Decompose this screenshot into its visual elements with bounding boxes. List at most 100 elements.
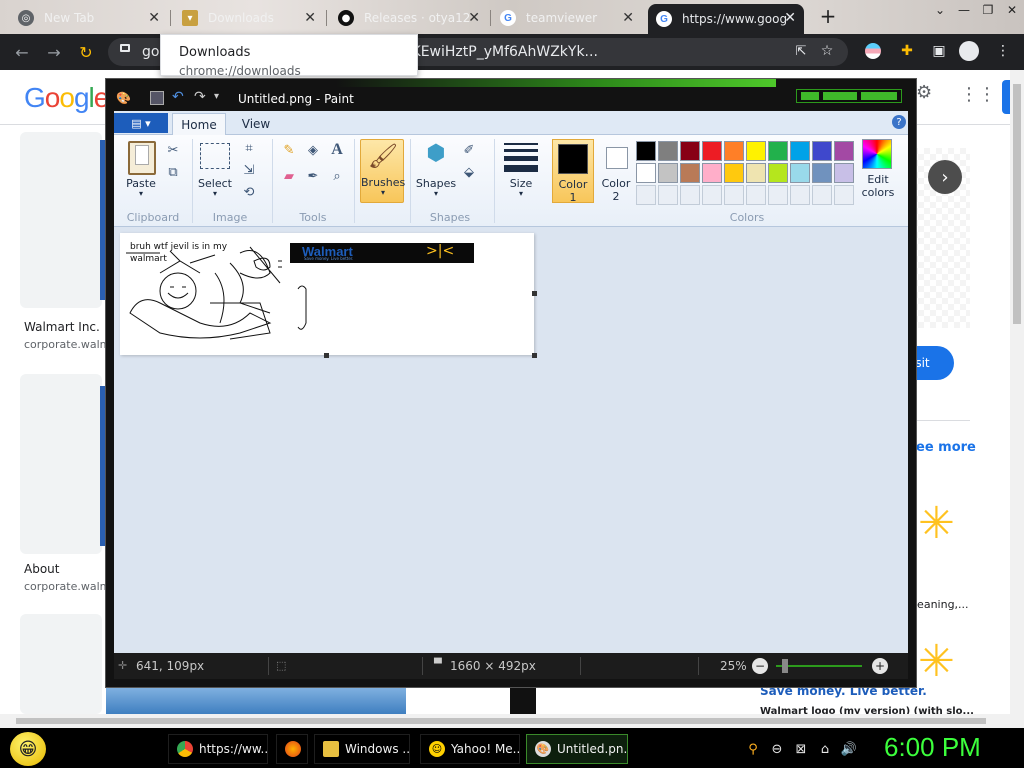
shape-fill-icon[interactable]: ⬙ [458,161,480,183]
palette-swatch[interactable] [658,141,678,161]
window-menu-icon[interactable]: ⌄ [928,0,952,20]
zoom-slider[interactable] [776,665,862,667]
taskbar-item-firefox[interactable] [276,734,308,764]
star-icon[interactable]: ☆ [816,40,838,62]
palette-empty-slot[interactable] [790,185,810,205]
palette-empty-slot[interactable] [834,185,854,205]
result-image[interactable] [106,688,406,714]
quick-access-dropdown-icon[interactable]: ▾ [214,91,219,102]
zoom-slider-thumb[interactable] [782,659,788,673]
avatar[interactable] [958,40,980,62]
horizontal-scrollbar[interactable] [0,714,1024,728]
tab-google-active[interactable]: G https://www.goog ✕ [648,4,804,34]
palette-swatch[interactable] [636,163,656,183]
tab-new-tab[interactable]: ◎ New Tab ✕ [10,4,168,32]
minimize-icon[interactable]: — [952,0,976,20]
edit-colors-button-line2[interactable]: colors [856,186,900,199]
reload-icon[interactable]: ↻ [74,40,98,64]
brushes-button[interactable]: 🖌 Brushes ▾ [360,139,405,203]
outline-icon[interactable]: ✐ [458,139,480,161]
zoom-in-button[interactable]: + [872,658,888,674]
see-more-link[interactable]: ee more [916,440,976,455]
palette-swatch[interactable] [790,163,810,183]
network-icon[interactable]: ⌂ [816,740,834,758]
palette-swatch[interactable] [636,141,656,161]
pencil-icon[interactable]: ✎ [278,139,300,161]
shapes-dropdown-icon[interactable]: ▾ [431,189,441,198]
palette-swatch[interactable] [680,141,700,161]
taskbar-item-paint[interactable]: 🎨 Untitled.pn... [526,734,628,764]
palette-swatch[interactable] [746,163,766,183]
result-image[interactable] [20,132,102,308]
palette-empty-slot[interactable] [746,185,766,205]
palette-swatch[interactable] [702,163,722,183]
result-title[interactable]: Walmart Inc. [24,320,100,334]
share-icon[interactable]: ⇱ [790,40,812,62]
palette-swatch[interactable] [812,141,832,161]
eraser-icon[interactable]: ▰ [278,165,300,187]
start-button[interactable]: 😁 [10,732,46,766]
palette-swatch[interactable] [768,141,788,161]
side-panel-icon[interactable]: ▣ [928,40,950,62]
canvas-area[interactable]: bruh wtf jevil is in my walmart Walmart … [114,227,908,653]
palette-swatch[interactable] [834,163,854,183]
minimize-button[interactable] [801,92,819,100]
new-tab-button[interactable]: + [816,4,840,28]
select-dropdown-icon[interactable]: ▾ [210,189,220,198]
magnifier-icon[interactable]: ⌕ [326,165,348,187]
color-picker-icon[interactable]: ✒ [302,165,324,187]
resize-handle-bottom[interactable] [324,353,329,358]
color1-button[interactable]: Color 1 [552,139,594,204]
tab-downloads[interactable]: ▾ Downloads ✕ [174,4,324,32]
result-title[interactable]: About [24,562,59,576]
palette-empty-slot[interactable] [724,185,744,205]
close-button[interactable] [861,92,897,100]
result-image[interactable] [20,614,102,714]
close-tab-icon[interactable]: ✕ [468,10,480,26]
undo-icon[interactable]: ↶ [172,89,184,105]
network-muted-icon[interactable]: ⊠ [792,740,810,758]
palette-empty-slot[interactable] [680,185,700,205]
taskbar-item-windows-explorer[interactable]: Windows ... [314,734,410,764]
palette-swatch[interactable] [658,163,678,183]
tab-teamviewer[interactable]: G teamviewer ✕ [492,4,642,32]
taskbar-clock[interactable]: 6:00 PM [884,732,981,763]
paste-dropdown-icon[interactable]: ▾ [136,189,146,198]
cut-icon[interactable]: ✂ [162,139,184,161]
gear-icon[interactable]: ⚙ [916,82,938,104]
downloads-popup[interactable]: Downloads chrome://downloads [160,34,418,78]
sign-in-button[interactable] [1002,80,1010,114]
text-tool-icon[interactable]: A [326,139,348,161]
tab-view[interactable]: View [230,113,282,135]
zoom-out-button[interactable]: − [752,658,768,674]
redo-icon[interactable]: ↷ [194,89,206,105]
extensions-icon[interactable]: ✚ [896,40,918,62]
crop-icon[interactable]: ⌗ [238,137,260,159]
palette-swatch[interactable] [768,163,788,183]
palette-empty-slot[interactable] [768,185,788,205]
help-icon[interactable]: ? [892,115,906,129]
resize-handle-right[interactable] [532,291,537,296]
resize-icon[interactable]: ⇲ [238,159,260,181]
palette-swatch[interactable] [812,163,832,183]
palette-empty-slot[interactable] [812,185,832,205]
tab-home[interactable]: Home [172,113,226,135]
close-tab-icon[interactable]: ✕ [304,10,316,26]
copy-icon[interactable]: ⧉ [162,161,184,183]
apps-grid-icon[interactable]: ⋮⋮ [960,84,996,105]
edit-colors-button[interactable]: Edit [856,173,900,186]
taskbar-item-yahoo-messenger[interactable]: ☺ Yahoo! Me... [420,734,520,764]
paint-app-icon[interactable]: 🎨 [116,91,132,105]
status-icon[interactable]: ⊖ [768,740,786,758]
tab-releases[interactable]: ● Releases · otya12 ✕ [330,4,488,32]
search-icon[interactable]: ⚲ [744,740,762,758]
color2-button[interactable]: Color 2 [596,139,636,203]
palette-swatch[interactable] [790,141,810,161]
menu-icon[interactable]: ⋮ [992,40,1014,62]
restore-icon[interactable]: ❐ [976,0,1000,20]
visit-button[interactable]: isit [912,346,954,380]
close-tab-icon[interactable]: ✕ [784,10,796,26]
palette-swatch[interactable] [680,163,700,183]
close-window-icon[interactable]: ✕ [1000,0,1024,20]
result-image[interactable] [20,374,102,554]
